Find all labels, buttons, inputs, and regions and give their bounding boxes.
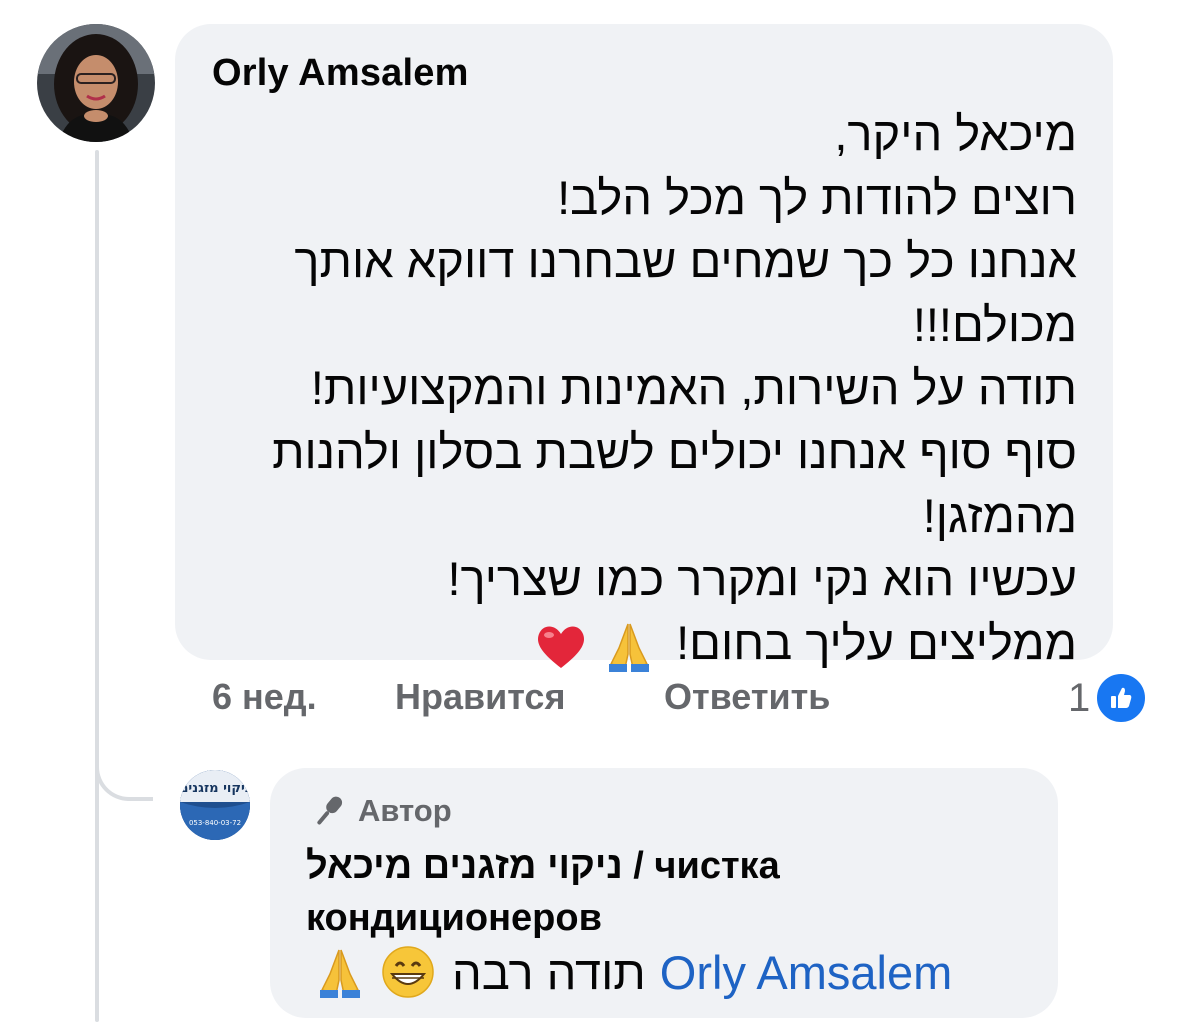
avatar[interactable] — [37, 24, 155, 142]
reply-button[interactable]: Ответить — [664, 676, 830, 718]
reply-text: תודה רבה Orly Amsalem — [306, 944, 952, 1000]
comment-line: סוף סוף אנחנו יכולים לשבת בסלון ולהנות — [272, 424, 1077, 478]
like-icon — [1094, 671, 1149, 725]
comment-text: מיכאל היקר, רוצים להודות לך מכל הלב! אנח… — [205, 102, 1077, 674]
comment-author[interactable]: Orly Amsalem — [212, 52, 469, 95]
thread-line — [95, 150, 99, 1022]
comment-line: אנחנו כל כך שמחים שבחרנו דווקא אותך — [294, 234, 1077, 288]
pray-emoji — [312, 944, 368, 1000]
comment-line-last: ממליצים עליך בחום! — [205, 611, 1077, 675]
mention-link[interactable]: Orly Amsalem — [660, 945, 953, 1000]
comment-line: תודה על השירות, האמינות והמקצועיות! — [310, 361, 1077, 415]
logo-phone: 053-840-03-72 — [189, 819, 241, 827]
comment-line: מהמזגן! — [922, 488, 1077, 542]
microphone-icon — [317, 796, 343, 825]
comment-line: מכולם!!! — [912, 297, 1077, 351]
comment-line: ממליצים עליך בחום! — [676, 615, 1077, 669]
avatar[interactable]: ניקוי מזגנים 053-840-03-72 — [180, 770, 250, 840]
reply-message: תודה רבה — [452, 945, 646, 999]
author-badge: Автор — [310, 793, 452, 829]
like-button[interactable]: Нравится — [395, 676, 565, 718]
reply-author[interactable]: ניקוי מזגנים מיכאל / чистка кондиционеро… — [306, 840, 906, 944]
heart-emoji — [533, 618, 589, 674]
profile-photo — [37, 24, 155, 142]
logo-text: ניקוי מזגנים — [180, 781, 250, 796]
comment-line: עכשיו הוא נקי ומקרר כמו שצריך! — [447, 552, 1078, 606]
reaction-summary[interactable]: 1 — [1068, 671, 1149, 725]
business-logo: ניקוי מזגנים 053-840-03-72 — [180, 770, 250, 840]
thread-connector — [95, 745, 153, 801]
reply-author-line: ניקוי מזגנים מיכאל / чистка — [306, 845, 780, 887]
reaction-count: 1 — [1068, 675, 1091, 720]
comment-line: רוצים להודות לך מכל הלב! — [557, 170, 1077, 224]
grin-emoji — [380, 944, 436, 1000]
pray-emoji — [601, 618, 657, 674]
comment-line: מיכאל היקר, — [834, 107, 1077, 160]
author-badge-label: Автор — [358, 793, 452, 828]
comment-timestamp[interactable]: 6 нед. — [212, 676, 317, 718]
reply-author-line: кондиционеров — [306, 897, 602, 939]
